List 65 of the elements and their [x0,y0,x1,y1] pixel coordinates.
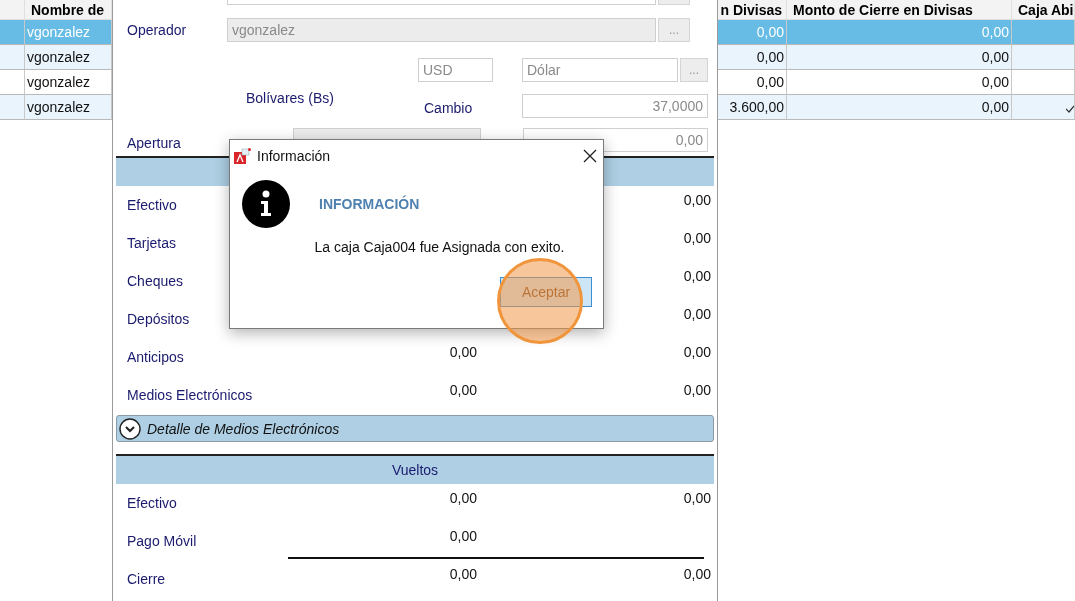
close-icon[interactable] [583,148,597,163]
amount-value: 0,00 [683,191,711,208]
row-header [0,0,25,20]
rate-field[interactable]: 37,0000 [522,94,708,118]
amount-value: 0,00 [683,267,711,284]
app-icon [234,147,251,164]
table-cell: vgonzalez [25,20,112,45]
amount-value: 0,00 [449,527,477,544]
browse-button[interactable]: ... [680,58,708,82]
field-label: Efectivo [127,494,177,511]
table-cell: vgonzalez [25,45,112,70]
field-label: Apertura [127,134,182,151]
table-cell: 0,00 [718,20,787,45]
column-header: Nombre de [25,0,112,20]
amount-value: 0,00 [683,489,711,506]
field-label: Operador [127,22,188,38]
table-cell: 0,00 [787,20,1012,45]
section-title: Detalle de Medios Electrónicos [147,420,340,437]
field-label: Cambio [424,100,474,116]
dialog-title: Información [257,147,332,164]
column-header: n Divisas [718,0,787,20]
chevron-down-icon [119,417,141,440]
table-cell: 0,00 [718,45,787,70]
dialog-message: La caja Caja004 fue Asignada con exito. [314,239,565,255]
check-icon [1066,105,1074,113]
detail-bar[interactable]: Detalle de Medios Electrónicos [116,415,714,442]
field-label: Cheques [127,272,184,289]
amount-value: 0,00 [683,565,711,582]
row-header[interactable] [0,45,25,70]
dialog-heading: INFORMACIÓN [319,196,421,212]
amount-value: 0,00 [449,343,477,360]
table-cell: 0,00 [718,70,787,95]
row-header[interactable] [0,20,25,45]
table-cell: 0,00 [787,45,1012,70]
field-label: Depósitos [127,310,190,327]
row-header[interactable] [0,95,25,120]
amount-value: 0,00 [683,305,711,322]
field-label: Anticipos [127,348,184,365]
info-icon [241,179,291,229]
amount-value: 0,00 [683,381,711,398]
amount-value: 0,00 [683,343,711,360]
currency-code-field[interactable]: USD [418,58,493,82]
currency-label: Bolívares (Bs) [246,90,335,106]
field-label: Medios Electrónicos [127,386,253,403]
field-label: Efectivo [127,196,177,213]
row-header[interactable] [0,70,25,95]
accept-button[interactable]: Aceptar [500,277,592,307]
amount-value: 0,00 [683,229,711,246]
amount-value: 0,00 [449,565,477,582]
field-label: Pago Móvil [127,532,197,549]
table-cell: vgonzalez [25,70,112,95]
currency-name-field[interactable]: Dólar [522,58,678,82]
browse-button[interactable]: ... [658,18,690,42]
table-cell: 0,00 [787,95,1012,120]
table-cell: vgonzalez [25,95,112,120]
table-cell: 0,00 [787,70,1012,95]
field-label: Cierre [127,570,166,587]
amount-value: 0,00 [449,489,477,506]
section-title: Vueltos [391,462,439,478]
amount-value: 0,00 [449,381,477,398]
table-cell: 3.600,00 [718,95,787,120]
column-header: Monto de Cierre en Divisas [787,0,1012,20]
field-label: Tarjetas [127,234,177,251]
column-header: Caja Abi [1012,0,1075,20]
operator-field[interactable]: vgonzalez [227,18,656,42]
